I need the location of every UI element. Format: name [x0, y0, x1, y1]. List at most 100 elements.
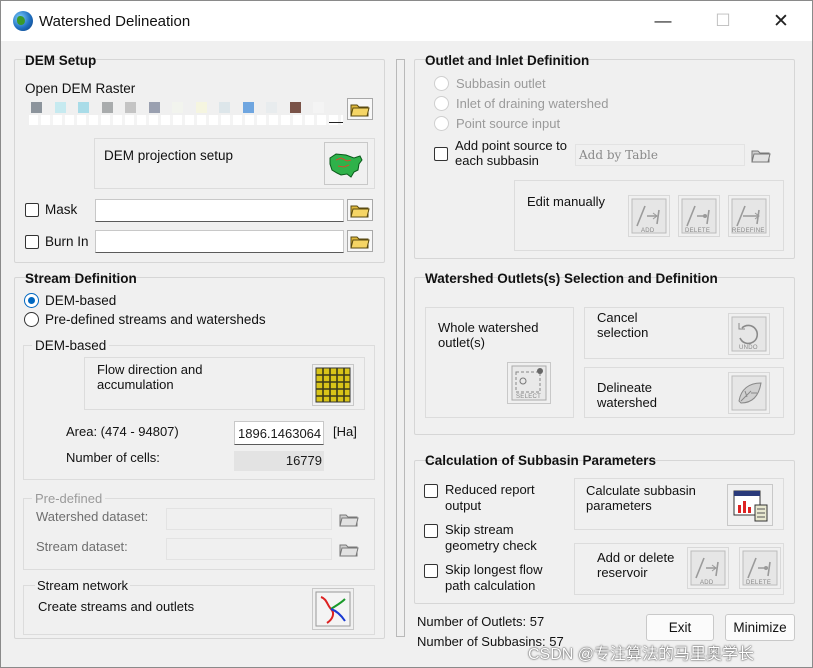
stream-dataset-folder-icon — [336, 538, 362, 560]
color-swatch — [219, 102, 230, 113]
watershed-delineation-window: Watershed Delineation — ☐ ✕ DEM Setup Op… — [0, 0, 813, 668]
cells-value: 16779 — [234, 451, 324, 471]
area-unit: [Ha] — [333, 424, 357, 439]
flow-grid-icon — [315, 367, 351, 403]
open-dem-folder-icon[interactable] — [347, 98, 373, 120]
stream-network-title: Stream network — [35, 578, 131, 593]
close-window-button[interactable]: ✕ — [758, 7, 804, 35]
title-bar: Watershed Delineation — ☐ ✕ — [1, 1, 812, 41]
cells-label: Number of cells: — [66, 450, 160, 465]
delete-outlet-button: DELETE — [678, 195, 720, 237]
dem-raster-path — [29, 115, 343, 125]
skip-stream-checkbox[interactable] — [424, 524, 438, 538]
minimize-button[interactable]: Minimize — [725, 614, 795, 641]
mask-label: Mask — [45, 202, 78, 217]
color-swatch — [125, 102, 136, 113]
flow-direction-label: Flow direction and accumulation — [97, 362, 203, 392]
skip-longest-label: Skip longest flow path calculation — [445, 562, 543, 593]
color-swatch — [242, 102, 254, 113]
color-swatch — [289, 102, 301, 113]
dem-projection-button[interactable] — [324, 142, 368, 185]
flow-direction-button[interactable] — [312, 364, 354, 406]
inlet-label: Inlet of draining watershed — [456, 96, 609, 111]
skip-stream-label: Skip stream geometry check — [445, 522, 537, 553]
color-swatch — [78, 102, 89, 113]
color-swatch — [54, 102, 66, 113]
exit-button[interactable]: Exit — [646, 614, 714, 641]
dem-setup-title: DEM Setup — [25, 53, 97, 68]
cancel-selection-label: Cancel selection — [597, 310, 649, 340]
maximize-window-button: ☐ — [715, 11, 731, 30]
globe-icon — [13, 11, 33, 31]
mask-folder-icon[interactable] — [347, 199, 373, 221]
dem-based-radio[interactable] — [24, 293, 39, 308]
subbasin-outlet-radio — [434, 76, 449, 91]
watershed-dataset-field — [166, 508, 332, 530]
area-input[interactable]: 1896.1463064 — [234, 421, 324, 445]
dem-based-option-label: DEM-based — [45, 293, 117, 308]
color-swatch — [313, 102, 324, 113]
vertical-splitter[interactable] — [396, 59, 405, 637]
calculate-subbasin-label: Calculate subbasin parameters — [586, 483, 696, 513]
delineate-watershed-label: Delineate watershed — [597, 380, 657, 410]
add-outlet-button: ADD — [628, 195, 670, 237]
whole-watershed-label: Whole watershed outlet(s) — [438, 320, 539, 350]
stream-definition-title: Stream Definition — [25, 271, 137, 286]
create-streams-label: Create streams and outlets — [38, 599, 195, 614]
open-dem-raster-label: Open DEM Raster — [25, 81, 136, 96]
watershed-dataset-label: Watershed dataset: — [36, 509, 149, 524]
predefined-option-label: Pre-defined streams and watersheds — [45, 312, 266, 327]
calculate-subbasin-button[interactable] — [727, 484, 773, 526]
stream-dataset-field — [166, 538, 332, 560]
color-swatch — [195, 102, 207, 113]
stream-network-icon — [315, 591, 351, 627]
point-source-label: Point source input — [456, 116, 561, 131]
csdn-watermark: CSDN @专注算法的马里奥学长 — [528, 646, 755, 663]
outlet-inlet-title: Outlet and Inlet Definition — [425, 53, 590, 68]
dem-based-group-title: DEM-based — [32, 338, 110, 353]
reservoir-label: Add or delete reservoir — [597, 550, 675, 580]
select-outlet-button[interactable]: SELECT — [507, 362, 551, 404]
predefined-group-title: Pre-defined — [32, 491, 106, 506]
reduced-report-checkbox[interactable] — [424, 484, 438, 498]
add-by-table-folder-icon — [748, 144, 774, 166]
subbasin-outlet-label: Subbasin outlet — [456, 76, 546, 91]
predefined-radio[interactable] — [24, 312, 39, 327]
burn-in-checkbox[interactable] — [25, 235, 39, 249]
edit-manually-label: Edit manually — [527, 194, 606, 209]
color-swatch — [31, 102, 42, 113]
mask-checkbox[interactable] — [25, 203, 39, 217]
color-swatch — [266, 102, 277, 113]
redefine-outlet-button: REDEFINE — [728, 195, 770, 237]
burn-in-field[interactable] — [95, 230, 344, 253]
burn-in-label: Burn In — [45, 234, 89, 249]
mask-field[interactable] — [95, 199, 344, 222]
add-reservoir-button: ADD — [687, 547, 729, 589]
stream-dataset-label: Stream dataset: — [36, 539, 128, 554]
dem-projection-label: DEM projection setup — [104, 148, 234, 163]
color-swatch — [172, 102, 183, 113]
subbasin-params-title: Calculation of Subbasin Parameters — [425, 453, 657, 468]
watershed-leaf-icon — [731, 375, 767, 411]
create-streams-button[interactable] — [312, 588, 354, 630]
color-swatch — [101, 102, 113, 113]
us-map-icon — [329, 152, 363, 178]
minimize-window-button[interactable]: — — [640, 7, 686, 35]
skip-longest-checkbox[interactable] — [424, 564, 438, 578]
cancel-selection-button: UNDO — [728, 313, 770, 355]
color-swatch — [148, 102, 160, 113]
add-point-source-checkbox[interactable] — [434, 147, 448, 161]
add-by-table-field: Add by Table — [575, 144, 745, 166]
area-label: Area: (474 - 94807) — [66, 424, 179, 439]
report-chart-icon — [733, 490, 768, 522]
point-source-radio — [434, 116, 449, 131]
watershed-dataset-folder-icon — [336, 508, 362, 530]
reduced-report-label: Reduced report output — [445, 482, 535, 513]
burn-in-folder-icon[interactable] — [347, 230, 373, 252]
delete-reservoir-button: DELETE — [739, 547, 781, 589]
outlets-count: Number of Outlets: 57 — [417, 614, 545, 629]
add-point-source-label: Add point source to each subbasin — [455, 138, 568, 168]
delineate-watershed-button — [728, 372, 770, 414]
watershed-outlets-title: Watershed Outlets(s) Selection and Defin… — [425, 271, 718, 286]
inlet-radio — [434, 96, 449, 111]
